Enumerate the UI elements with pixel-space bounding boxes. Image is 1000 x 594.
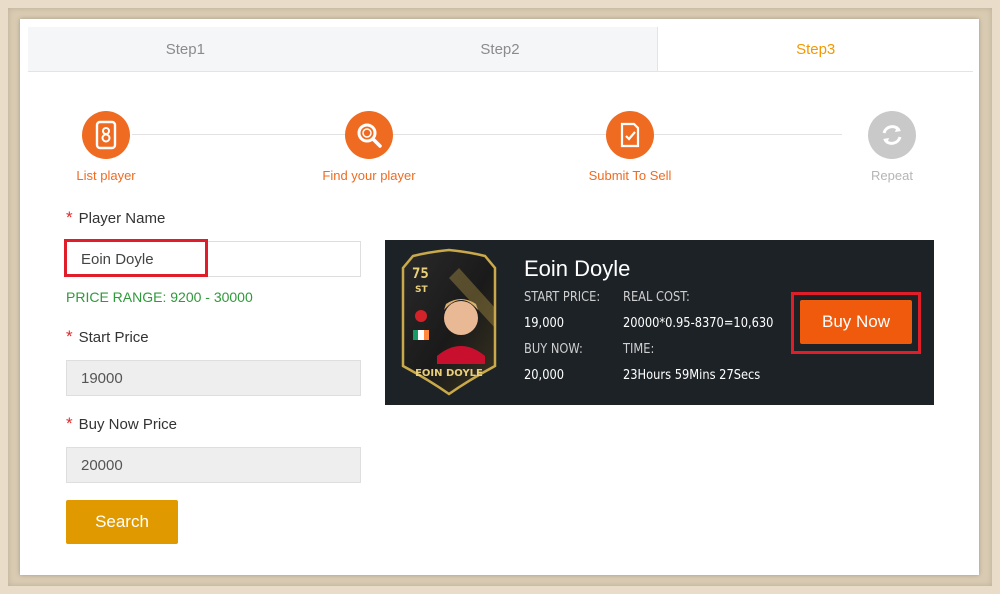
time-value: 23Hours 59Mins 27Secs [623, 368, 761, 383]
tab-step3[interactable]: Step3 [657, 27, 974, 72]
player-name-label-text: Player Name [78, 210, 166, 227]
player-name-title: Eoin Doyle [524, 256, 631, 281]
tab-step1[interactable]: Step1 [28, 27, 343, 72]
progress-stepper: List player Find your player Submit To S… [20, 111, 979, 191]
search-button[interactable]: Search [66, 500, 178, 544]
sell-form: * Player Name Eoin Doyle PRICE RANGE: 920… [64, 207, 366, 544]
price-range: PRICE RANGE: 9200 - 30000 [66, 289, 253, 305]
search-icon [345, 111, 393, 159]
player-name-value: Eoin Doyle [81, 251, 154, 268]
start-price-value: 19,000 [524, 316, 565, 331]
buy-now-button[interactable]: Buy Now [800, 300, 912, 344]
required-mark: * [66, 208, 73, 227]
player-card-image: 75 ST EOIN DOYLE [401, 248, 497, 396]
step-find-player: Find your player [289, 111, 449, 183]
step-label: Find your player [322, 168, 416, 183]
buy-now-caption: BUY NOW: [524, 342, 583, 357]
stepper-line [132, 134, 842, 135]
player-name-label: * Player Name [66, 207, 366, 229]
step-submit: Submit To Sell [550, 111, 710, 183]
card-position: ST [415, 285, 428, 295]
start-price-caption: START PRICE: [524, 290, 601, 305]
player-result-panel: 75 ST EOIN DOYLE Eoin Doyle START PRICE:… [385, 240, 934, 405]
buy-now-price-label-text: Buy Now Price [78, 416, 177, 433]
time-caption: TIME: [623, 342, 655, 357]
buy-now-price-input[interactable]: 20000 [66, 447, 361, 483]
step-list-player: List player [26, 111, 186, 183]
step-tabs: Step1 Step2 Step3 [28, 27, 974, 72]
real-cost-value: 20000*0.95-8370=10,630 [623, 316, 774, 331]
required-mark: * [66, 327, 73, 346]
card-player-name: EOIN DOYLE [415, 368, 483, 379]
start-price-label: * Start Price [66, 326, 366, 348]
start-price-input[interactable]: 19000 [66, 360, 361, 396]
step-repeat: Repeat [812, 111, 972, 183]
step-label: Repeat [871, 168, 913, 183]
buy-now-value: 20,000 [524, 368, 565, 383]
tab-step2[interactable]: Step2 [342, 27, 658, 72]
required-mark: * [66, 414, 73, 433]
player-name-input[interactable]: Eoin Doyle [64, 239, 361, 277]
list-player-icon [82, 111, 130, 159]
submit-icon [606, 111, 654, 159]
buy-now-highlight: Buy Now [791, 292, 921, 354]
start-price-label-text: Start Price [78, 329, 149, 346]
step-label: Submit To Sell [588, 168, 672, 183]
buy-now-price-label: * Buy Now Price [66, 413, 366, 435]
repeat-icon [868, 111, 916, 159]
real-cost-caption: REAL COST: [623, 290, 690, 305]
card-rating: 75 [412, 266, 429, 282]
main-panel: Step1 Step2 Step3 List player Find your … [20, 19, 979, 575]
step-label: List player [76, 168, 136, 183]
